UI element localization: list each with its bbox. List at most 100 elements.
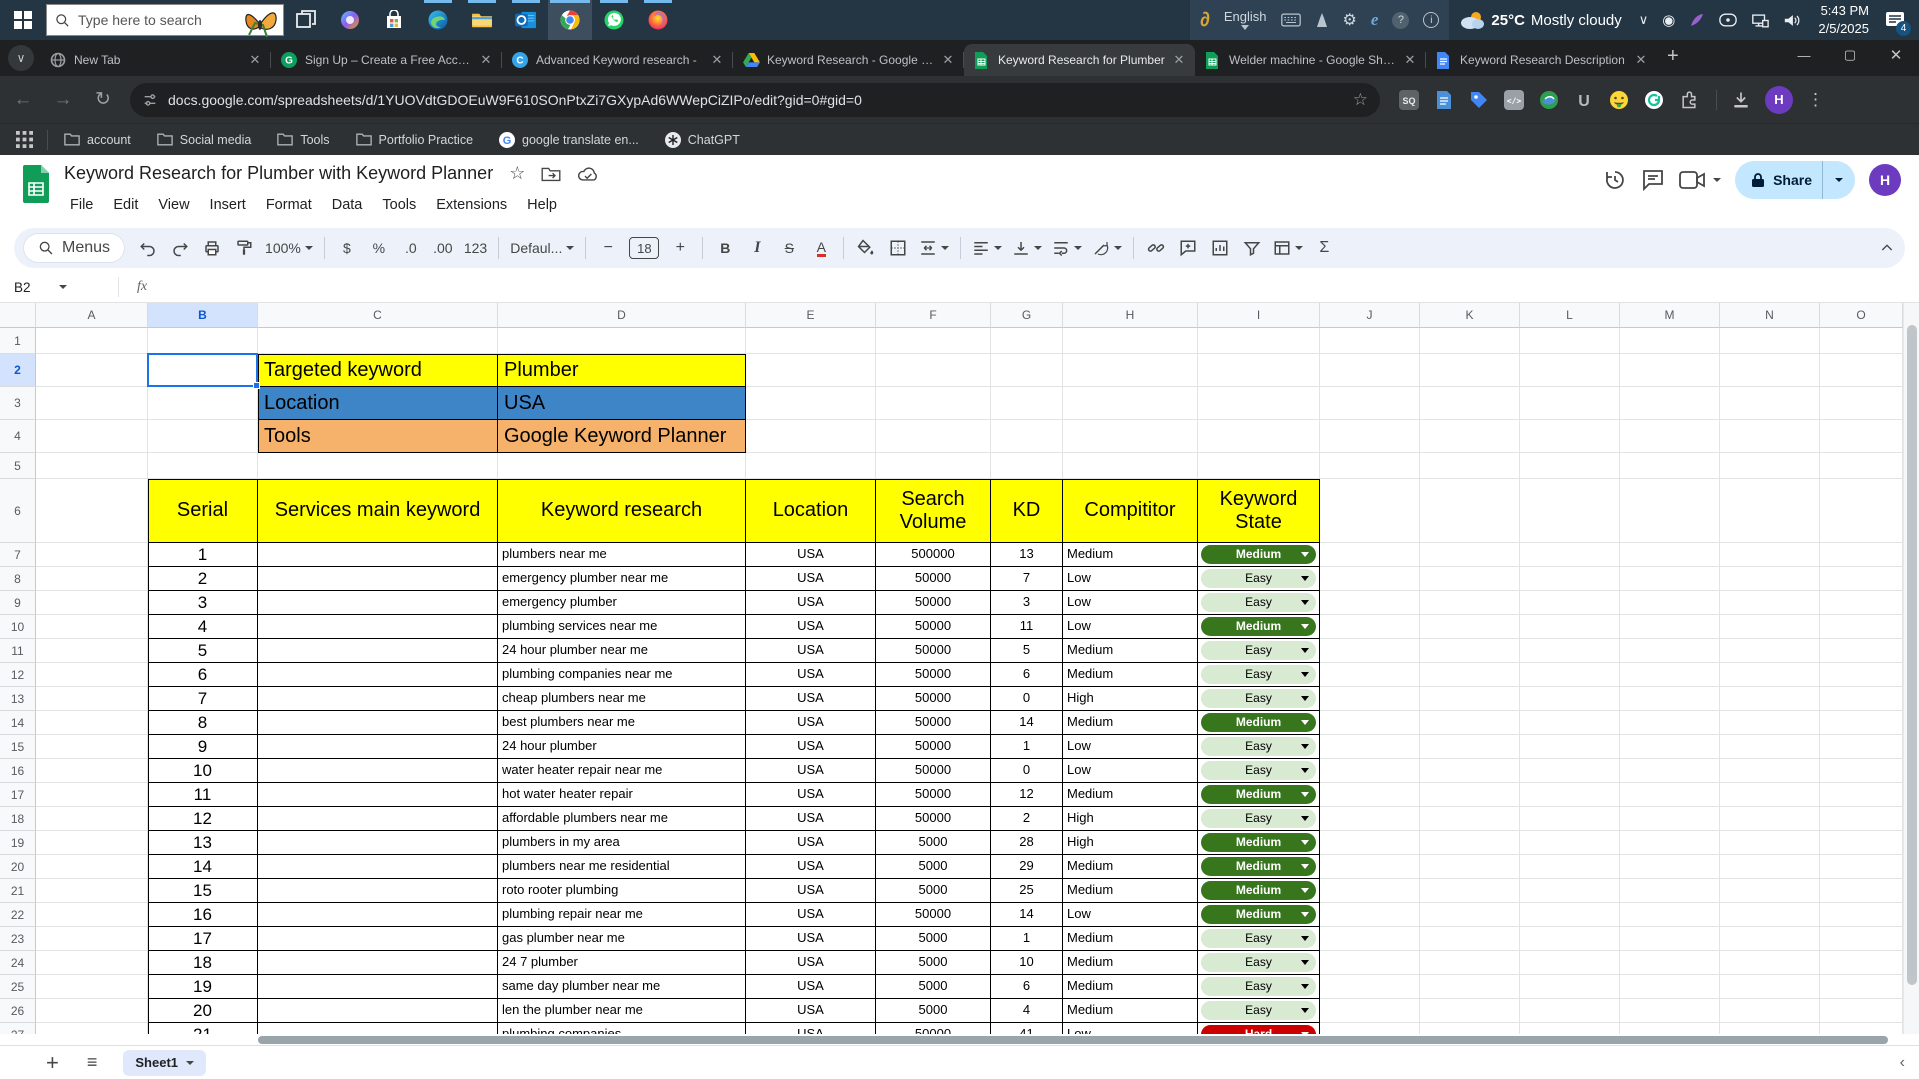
menu-insert[interactable]: Insert xyxy=(202,195,254,215)
cell-G7[interactable]: 13 xyxy=(991,543,1063,567)
format-percent-button[interactable]: % xyxy=(365,234,393,262)
tab-close-icon[interactable]: ✕ xyxy=(247,52,263,68)
avro-keyboard-icon[interactable]: ∂ xyxy=(1200,9,1210,32)
record-icon[interactable]: ◉ xyxy=(1655,0,1682,40)
cell-D18[interactable]: affordable plumbers near me xyxy=(498,807,746,831)
cell-C8[interactable] xyxy=(258,567,498,591)
cell-K5[interactable] xyxy=(1420,453,1520,479)
cell-I2[interactable] xyxy=(1198,354,1320,387)
cell-J14[interactable] xyxy=(1320,711,1420,735)
italic-button[interactable]: I xyxy=(743,234,771,262)
cell-E8[interactable]: USA xyxy=(746,567,876,591)
cell-E26[interactable]: USA xyxy=(746,999,876,1023)
cell-O8[interactable] xyxy=(1820,567,1903,591)
keyword-state-dropdown[interactable]: Easy xyxy=(1201,737,1316,756)
cell-D21[interactable]: roto rooter plumbing xyxy=(498,879,746,903)
cell-E10[interactable]: USA xyxy=(746,615,876,639)
cell-L2[interactable] xyxy=(1520,354,1620,387)
row-header-26[interactable]: 26 xyxy=(0,999,36,1023)
cell-F24[interactable]: 5000 xyxy=(876,951,991,975)
cell-G21[interactable]: 25 xyxy=(991,879,1063,903)
cell-G18[interactable]: 2 xyxy=(991,807,1063,831)
cell-C5[interactable] xyxy=(258,453,498,479)
cell-N21[interactable] xyxy=(1720,879,1820,903)
keyword-state-dropdown[interactable]: Easy xyxy=(1201,1001,1316,1020)
paint-format-button[interactable] xyxy=(230,234,258,262)
downloads-icon[interactable] xyxy=(1731,90,1751,110)
cell-J19[interactable] xyxy=(1320,831,1420,855)
start-button[interactable] xyxy=(0,0,46,40)
print-button[interactable] xyxy=(198,234,226,262)
horizontal-scrollbar-thumb[interactable] xyxy=(258,1036,1888,1044)
cell-H13[interactable]: High xyxy=(1063,687,1198,711)
cloud-saved-icon[interactable] xyxy=(577,166,599,182)
row-header-23[interactable]: 23 xyxy=(0,927,36,951)
column-header-N[interactable]: N xyxy=(1720,303,1820,328)
cell-F14[interactable]: 50000 xyxy=(876,711,991,735)
document-title[interactable]: Keyword Research for Plumber with Keywor… xyxy=(64,163,493,184)
cell-L16[interactable] xyxy=(1520,759,1620,783)
cell-L3[interactable] xyxy=(1520,387,1620,420)
cell-K7[interactable] xyxy=(1420,543,1520,567)
cell-L24[interactable] xyxy=(1520,951,1620,975)
star-document-icon[interactable]: ☆ xyxy=(509,163,525,184)
cell-N6[interactable] xyxy=(1720,479,1820,543)
cell-A10[interactable] xyxy=(36,615,148,639)
cell-C12[interactable] xyxy=(258,663,498,687)
cell-G10[interactable]: 11 xyxy=(991,615,1063,639)
cell-O5[interactable] xyxy=(1820,453,1903,479)
menu-help[interactable]: Help xyxy=(519,195,565,215)
cell-O23[interactable] xyxy=(1820,927,1903,951)
cell-H16[interactable]: Low xyxy=(1063,759,1198,783)
keyword-state-dropdown[interactable]: Medium xyxy=(1201,713,1316,732)
ie-icon[interactable]: e xyxy=(1371,10,1379,30)
cell-I18[interactable]: Easy xyxy=(1198,807,1320,831)
cell-N16[interactable] xyxy=(1720,759,1820,783)
cell-D4[interactable]: Google Keyword Planner xyxy=(498,420,746,453)
cell-N4[interactable] xyxy=(1720,420,1820,453)
cell-B1[interactable] xyxy=(148,328,258,354)
cell-J13[interactable] xyxy=(1320,687,1420,711)
cell-N12[interactable] xyxy=(1720,663,1820,687)
keyword-state-dropdown[interactable]: Easy xyxy=(1201,809,1316,828)
pen-icon[interactable] xyxy=(1682,0,1712,40)
tab-close-icon[interactable]: ✕ xyxy=(940,52,956,68)
cell-O2[interactable] xyxy=(1820,354,1903,387)
insert-comment-button[interactable] xyxy=(1174,234,1202,262)
cell-B16[interactable]: 10 xyxy=(148,759,258,783)
cell-C2[interactable]: Targeted keyword xyxy=(258,354,498,387)
cell-D8[interactable]: emergency plumber near me xyxy=(498,567,746,591)
cell-M25[interactable] xyxy=(1620,975,1720,999)
cell-B21[interactable]: 15 xyxy=(148,879,258,903)
cell-M7[interactable] xyxy=(1620,543,1720,567)
cell-F20[interactable]: 5000 xyxy=(876,855,991,879)
cell-D23[interactable]: gas plumber near me xyxy=(498,927,746,951)
cell-J12[interactable] xyxy=(1320,663,1420,687)
cell-N15[interactable] xyxy=(1720,735,1820,759)
firefox-taskbar-button[interactable] xyxy=(636,0,680,40)
cell-A15[interactable] xyxy=(36,735,148,759)
keyword-state-dropdown[interactable]: Medium xyxy=(1201,881,1316,900)
cell-O24[interactable] xyxy=(1820,951,1903,975)
notification-center[interactable]: 4 xyxy=(1879,0,1919,40)
cell-L23[interactable] xyxy=(1520,927,1620,951)
cell-G19[interactable]: 28 xyxy=(991,831,1063,855)
bookmark-google-translate-en-[interactable]: Ggoogle translate en... xyxy=(499,132,639,148)
column-header-I[interactable]: I xyxy=(1198,303,1320,328)
cell-B13[interactable]: 7 xyxy=(148,687,258,711)
cell-J27[interactable] xyxy=(1320,1023,1420,1034)
cell-K1[interactable] xyxy=(1420,328,1520,354)
cell-I27[interactable]: Hard xyxy=(1198,1023,1320,1034)
cell-K24[interactable] xyxy=(1420,951,1520,975)
tab-close-icon[interactable]: ✕ xyxy=(1402,52,1418,68)
cell-J4[interactable] xyxy=(1320,420,1420,453)
browser-tab[interactable]: Keyword Research - Google Dri✕ xyxy=(733,44,964,76)
keyword-state-dropdown[interactable]: Medium xyxy=(1201,905,1316,924)
row-header-2[interactable]: 2 xyxy=(0,354,36,387)
increase-decimals-button[interactable]: .00 xyxy=(429,234,457,262)
chrome-menu-kebab-icon[interactable]: ⋮ xyxy=(1807,90,1824,110)
column-header-D[interactable]: D xyxy=(498,303,746,328)
create-filter-button[interactable] xyxy=(1238,234,1266,262)
cell-M22[interactable] xyxy=(1620,903,1720,927)
cell-C11[interactable] xyxy=(258,639,498,663)
